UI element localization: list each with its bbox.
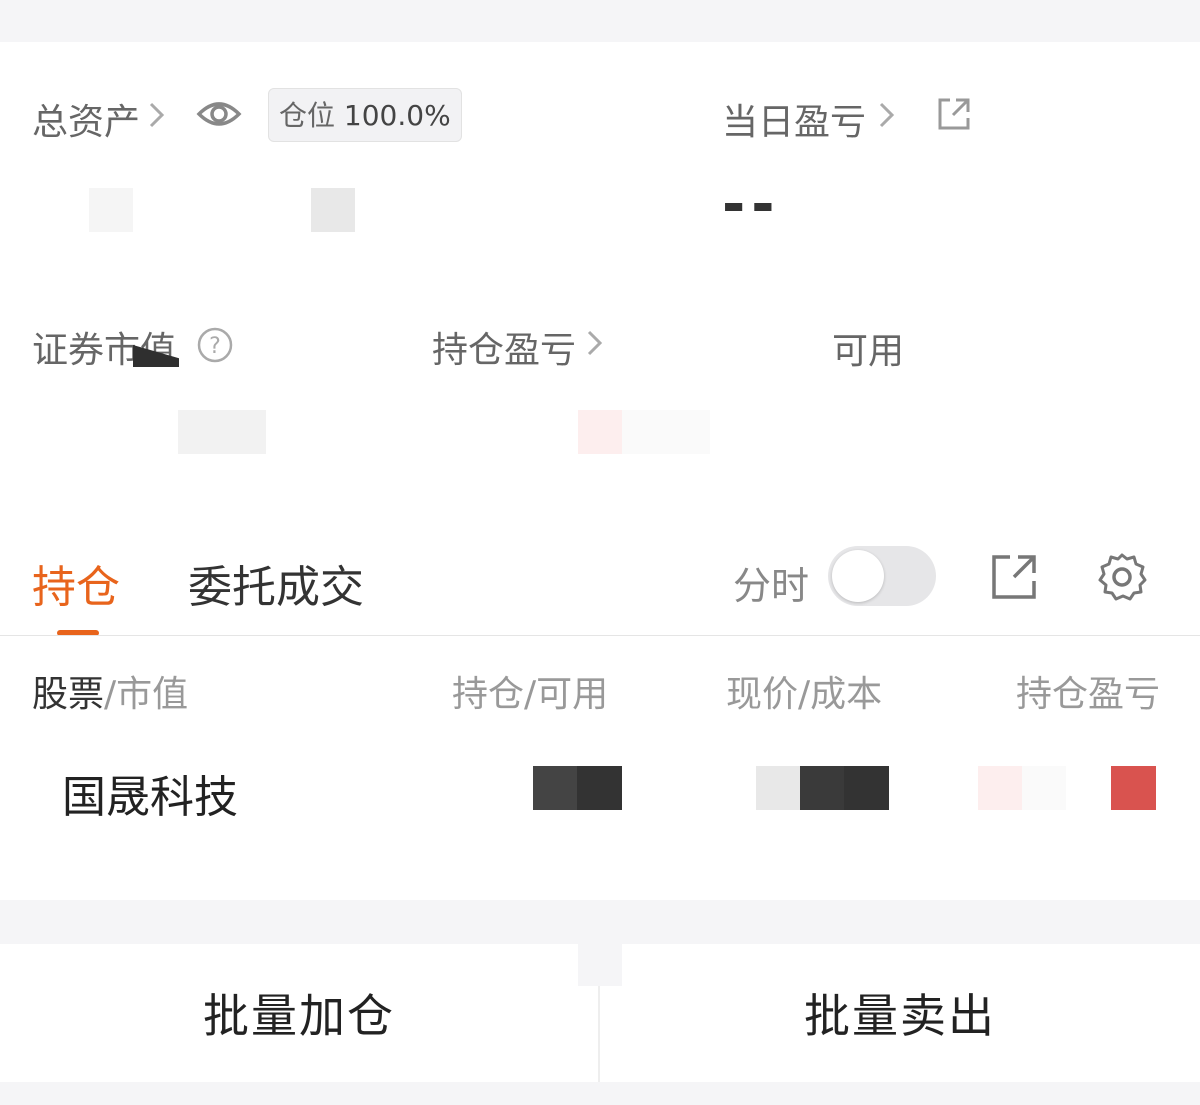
chevron-right-icon: [148, 100, 166, 138]
masked-value-block: [578, 410, 622, 454]
batch-add-button[interactable]: 批量加仓: [0, 944, 598, 1082]
eye-icon[interactable]: [196, 94, 242, 138]
column-header-price[interactable]: 现价/成本: [726, 665, 882, 717]
masked-value-block: [844, 766, 889, 810]
masked-value-block: [89, 188, 133, 232]
holding-pnl-header[interactable]: 持仓盈亏: [432, 322, 604, 372]
position-badge-label: 仓位: [279, 99, 336, 132]
daily-pnl-header[interactable]: 当日盈亏: [722, 94, 896, 144]
help-icon[interactable]: ?: [196, 326, 234, 368]
share-icon[interactable]: [990, 553, 1038, 605]
holdings-panel: 持仓 委托成交 分时 股票/市值 持仓/可用 现价/成本 持仓盈亏 国晟科技: [0, 517, 1200, 900]
chevron-right-icon: [586, 328, 604, 366]
daily-pnl-value: --: [722, 172, 781, 237]
divider: [0, 635, 1200, 636]
timeshare-toggle[interactable]: [828, 546, 936, 606]
timeshare-label: 分时: [733, 564, 810, 608]
masked-value-block: [1111, 766, 1156, 810]
app-root: 总资产 仓位 100.0% 当日盈亏 -- 证券市值 ? 持仓盈亏 可用 持仓 …: [0, 0, 1200, 1105]
chevron-right-icon: [878, 100, 896, 138]
svg-text:?: ?: [209, 334, 221, 359]
total-assets-label: 总资产: [32, 102, 141, 143]
masked-value-block: [1022, 766, 1066, 810]
tab-holdings[interactable]: 持仓: [32, 551, 120, 615]
masked-value-block: [311, 188, 355, 232]
share-icon[interactable]: [936, 96, 972, 136]
column-header-stock-secondary: /市值: [104, 674, 189, 715]
position-badge-value: 100.0%: [343, 99, 451, 132]
total-assets-header[interactable]: 总资产: [32, 94, 166, 144]
column-header-holding[interactable]: 持仓/可用: [452, 665, 608, 717]
column-header-pnl[interactable]: 持仓盈亏: [1016, 665, 1200, 717]
column-header-stock-primary: 股票: [32, 674, 105, 715]
toggle-knob: [832, 550, 884, 602]
batch-actions-bar: 批量加仓 批量卖出: [0, 944, 1200, 1082]
masked-value-block: [178, 410, 266, 454]
daily-pnl-label: 当日盈亏: [722, 102, 867, 143]
holding-pnl-label: 持仓盈亏: [432, 330, 577, 371]
masked-value-block: [533, 766, 577, 810]
masked-value-block: [622, 410, 710, 454]
column-header-stock[interactable]: 股票/市值: [32, 665, 188, 717]
gear-icon[interactable]: [1094, 549, 1150, 609]
table-row[interactable]: 国晟科技: [0, 737, 1200, 847]
masked-value-block: [756, 766, 800, 810]
tab-orders-trades[interactable]: 委托成交: [188, 551, 364, 615]
available-label: 可用: [832, 331, 905, 372]
stock-name: 国晟科技: [62, 772, 238, 823]
batch-sell-button[interactable]: 批量卖出: [600, 944, 1200, 1082]
position-ratio-badge: 仓位 100.0%: [268, 88, 462, 142]
asset-summary-card: 总资产 仓位 100.0% 当日盈亏 -- 证券市值 ? 持仓盈亏 可用: [0, 42, 1200, 517]
masked-value-block: [978, 766, 1022, 810]
masked-value-block: [577, 766, 622, 810]
masked-value-block: [800, 766, 844, 810]
